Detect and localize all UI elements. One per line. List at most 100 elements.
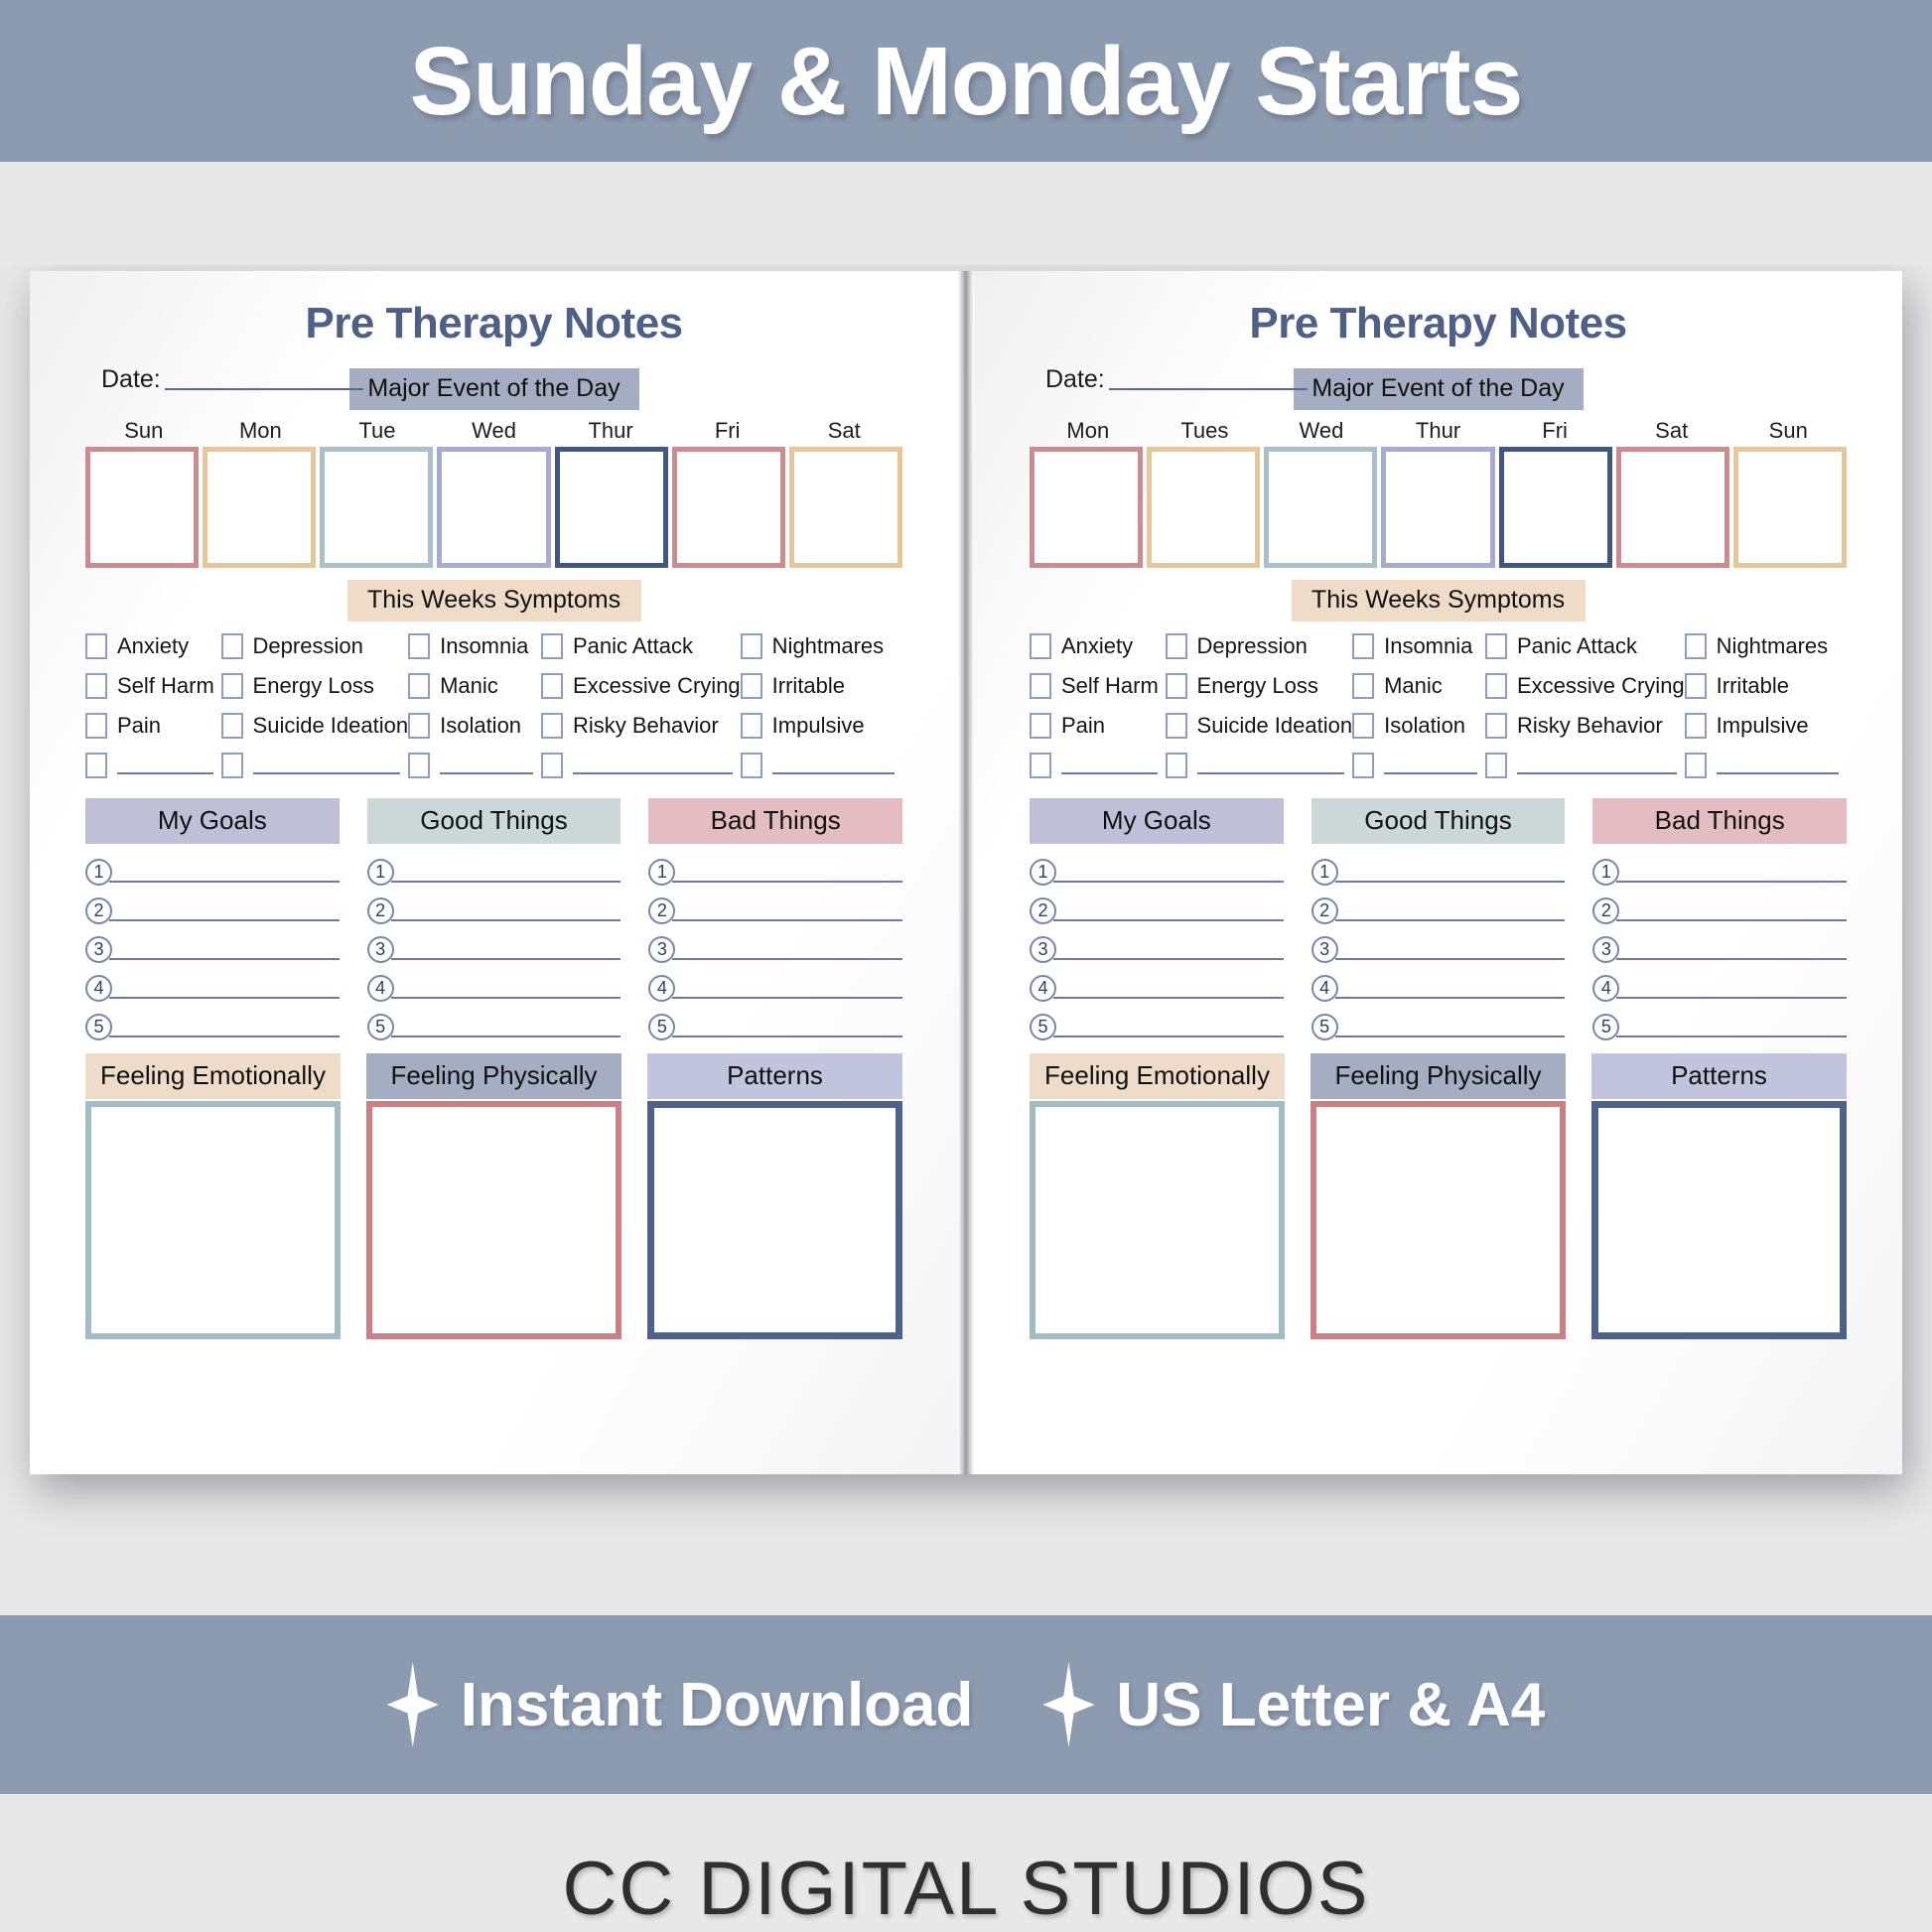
symptom-blank-line[interactable] xyxy=(1516,755,1677,774)
list-row[interactable]: 4 xyxy=(1030,964,1284,1003)
symptom-item[interactable]: Suicide Ideation xyxy=(1165,711,1352,741)
day-box-right-3[interactable] xyxy=(1381,446,1495,568)
symptom-item[interactable]: Pain xyxy=(1030,711,1166,741)
list-write-line[interactable] xyxy=(390,1024,621,1037)
checkbox-icon[interactable] xyxy=(1484,672,1507,699)
list-row[interactable]: 1 xyxy=(85,848,340,887)
list-row[interactable]: 3 xyxy=(1592,925,1848,964)
symptom-item[interactable]: Impulsive xyxy=(740,711,902,741)
list-row[interactable]: 4 xyxy=(1311,964,1566,1003)
list-write-line[interactable] xyxy=(1334,907,1566,921)
checkbox-icon[interactable] xyxy=(540,672,563,699)
list-row[interactable]: 1 xyxy=(648,848,903,887)
list-row[interactable]: 3 xyxy=(648,925,903,964)
list-write-line[interactable] xyxy=(1053,985,1284,999)
symptom-item[interactable]: Risky Behavior xyxy=(540,711,741,741)
checkbox-icon[interactable] xyxy=(1165,632,1187,659)
symptom-item[interactable] xyxy=(408,751,541,780)
symptom-item[interactable]: Nightmares xyxy=(740,631,902,661)
checkbox-icon[interactable] xyxy=(1684,672,1707,699)
checkbox-icon[interactable] xyxy=(85,712,107,739)
list-row[interactable]: 3 xyxy=(1311,925,1566,964)
symptom-item[interactable]: Depression xyxy=(220,631,409,661)
checkbox-icon[interactable] xyxy=(1165,712,1187,739)
checkbox-icon[interactable] xyxy=(220,672,243,699)
symptom-blank-line[interactable] xyxy=(252,755,401,774)
checkbox-icon[interactable] xyxy=(220,712,243,739)
list-row[interactable]: 2 xyxy=(366,887,621,925)
list-write-line[interactable] xyxy=(1053,1024,1284,1037)
symptom-item[interactable]: Insomnia xyxy=(1352,631,1485,661)
list-write-line[interactable] xyxy=(1616,1024,1848,1037)
list-row[interactable]: 2 xyxy=(1592,887,1848,925)
list-row[interactable]: 5 xyxy=(648,1003,903,1041)
list-write-line[interactable] xyxy=(390,907,621,921)
list-write-line[interactable] xyxy=(672,1024,903,1037)
symptom-item[interactable]: Nightmares xyxy=(1684,631,1847,661)
symptom-blank-line[interactable] xyxy=(1061,755,1158,774)
checkbox-icon[interactable] xyxy=(740,672,762,699)
day-box-left-2[interactable] xyxy=(320,446,434,568)
day-box-right-2[interactable] xyxy=(1264,446,1378,568)
symptom-blank-line[interactable] xyxy=(117,755,213,774)
symptom-item[interactable]: Excessive Crying xyxy=(1484,671,1685,701)
list-row[interactable]: 3 xyxy=(85,925,340,964)
symptom-item[interactable]: Depression xyxy=(1165,631,1353,661)
checkbox-icon[interactable] xyxy=(1484,712,1507,739)
list-row[interactable]: 4 xyxy=(85,964,340,1003)
list-write-line[interactable] xyxy=(109,1024,340,1037)
checkbox-icon[interactable] xyxy=(220,632,243,659)
symptom-blank-line[interactable] xyxy=(1384,755,1477,774)
symptom-item[interactable]: Self Harm xyxy=(85,671,221,701)
list-row[interactable]: 5 xyxy=(1311,1003,1566,1041)
list-write-line[interactable] xyxy=(1616,907,1848,921)
list-write-line[interactable] xyxy=(109,907,340,921)
checkbox-icon[interactable] xyxy=(1352,712,1375,739)
checkbox-icon[interactable] xyxy=(1352,632,1375,659)
list-row[interactable]: 2 xyxy=(1030,887,1284,925)
checkbox-icon[interactable] xyxy=(1030,752,1051,778)
symptom-item[interactable] xyxy=(85,751,221,780)
symptom-item[interactable]: Impulsive xyxy=(1684,711,1847,741)
day-box-right-5[interactable] xyxy=(1615,446,1729,568)
checkbox-icon[interactable] xyxy=(1165,672,1187,699)
day-box-right-0[interactable] xyxy=(1030,446,1144,568)
checkbox-icon[interactable] xyxy=(540,712,563,739)
checkbox-icon[interactable] xyxy=(740,712,762,739)
list-row[interactable]: 1 xyxy=(366,848,621,887)
list-row[interactable]: 1 xyxy=(1030,848,1284,887)
list-row[interactable]: 5 xyxy=(366,1003,621,1041)
checkbox-icon[interactable] xyxy=(1030,632,1051,659)
symptom-blank-line[interactable] xyxy=(1196,755,1345,774)
symptom-item[interactable]: Panic Attack xyxy=(1484,631,1685,661)
list-write-line[interactable] xyxy=(1334,985,1566,999)
checkbox-icon[interactable] xyxy=(1684,712,1707,739)
checkbox-icon[interactable] xyxy=(85,752,107,778)
list-row[interactable]: 3 xyxy=(1030,925,1284,964)
day-box-left-4[interactable] xyxy=(554,446,668,568)
list-write-line[interactable] xyxy=(672,869,903,883)
bottom-box-writing-area[interactable] xyxy=(366,1100,621,1339)
bottom-box-writing-area[interactable] xyxy=(1030,1100,1285,1339)
checkbox-icon[interactable] xyxy=(85,672,107,699)
symptom-item[interactable] xyxy=(1352,751,1485,780)
symptom-blank-line[interactable] xyxy=(440,755,533,774)
list-row[interactable]: 4 xyxy=(1592,964,1848,1003)
checkbox-icon[interactable] xyxy=(740,632,762,659)
symptom-item[interactable]: Energy Loss xyxy=(1165,671,1353,701)
checkbox-icon[interactable] xyxy=(540,632,563,659)
list-write-line[interactable] xyxy=(390,985,621,999)
symptom-item[interactable] xyxy=(1684,751,1847,780)
symptom-item[interactable] xyxy=(220,751,409,780)
list-write-line[interactable] xyxy=(1053,946,1284,960)
day-box-left-3[interactable] xyxy=(437,446,551,568)
list-row[interactable]: 5 xyxy=(1592,1003,1848,1041)
checkbox-icon[interactable] xyxy=(1030,672,1051,699)
list-write-line[interactable] xyxy=(109,946,340,960)
symptom-item[interactable]: Irritable xyxy=(1684,671,1847,701)
checkbox-icon[interactable] xyxy=(1684,752,1707,778)
day-box-left-0[interactable] xyxy=(85,446,200,568)
symptom-item[interactable] xyxy=(540,751,741,780)
symptom-blank-line[interactable] xyxy=(1716,755,1839,774)
list-row[interactable]: 5 xyxy=(85,1003,340,1041)
